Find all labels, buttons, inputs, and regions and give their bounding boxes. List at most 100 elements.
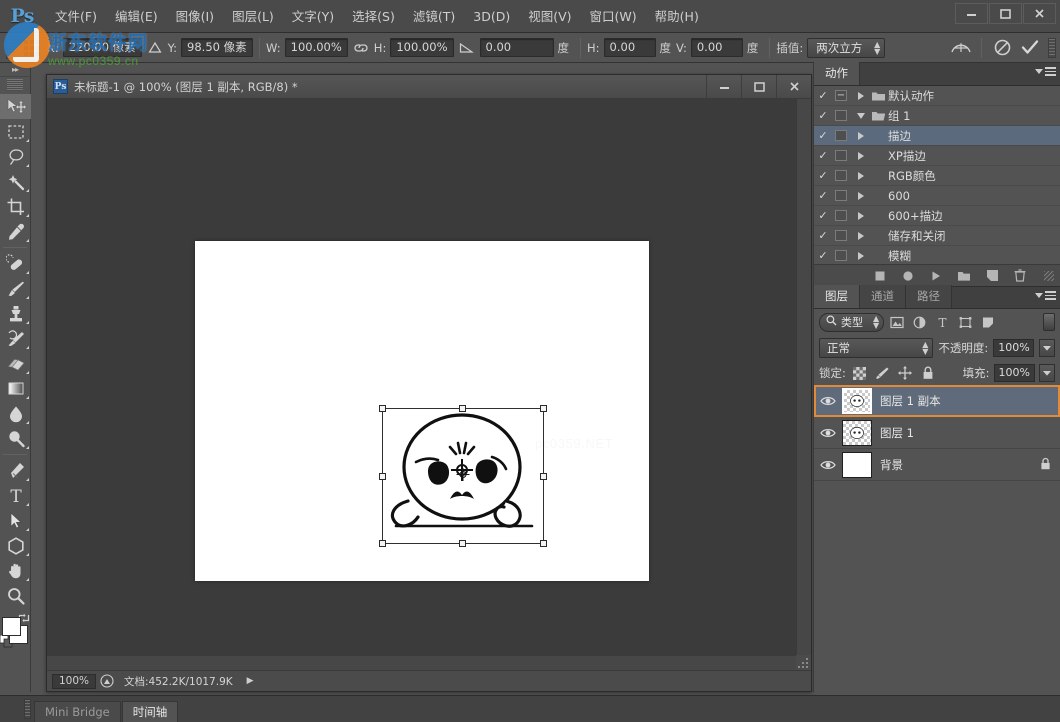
record-icon[interactable] — [900, 268, 916, 284]
menu-image[interactable]: 图像(I) — [167, 0, 223, 33]
menu-file[interactable]: 文件(F) — [46, 0, 106, 33]
canvas-horizontal-scrollbar[interactable] — [47, 655, 796, 670]
action-dialog-toggle[interactable] — [835, 230, 847, 241]
action-expand-arrow[interactable] — [854, 151, 868, 160]
action-row-xp-stroke[interactable]: ✓ XP描边 — [814, 146, 1060, 166]
layer-visibility-icon[interactable] — [814, 459, 842, 471]
hand-tool[interactable] — [0, 558, 31, 583]
close-button[interactable] — [1023, 3, 1056, 24]
tab-layers[interactable]: 图层 — [814, 285, 860, 308]
interpolation-select[interactable]: 两次立方 ▲ ▼ — [807, 37, 886, 58]
blend-mode-select[interactable]: 正常 ▲ ▼ — [819, 338, 934, 358]
action-expand-arrow[interactable] — [854, 231, 868, 240]
layers-panel-menu-icon[interactable] — [1035, 291, 1056, 300]
chain-link-icon[interactable] — [351, 37, 371, 59]
magic-wand-tool[interactable] — [0, 169, 31, 194]
action-row-default-actions[interactable]: ✓ − 默认动作 — [814, 86, 1060, 106]
action-toggle-check[interactable]: ✓ — [814, 129, 832, 142]
layer-row-layer1[interactable]: 图层 1 — [814, 417, 1060, 449]
play-icon[interactable] — [928, 268, 944, 284]
action-expand-arrow[interactable] — [854, 131, 868, 140]
action-dialog-toggle[interactable] — [835, 190, 847, 201]
skew-h-input[interactable]: 0.00 — [603, 38, 656, 57]
maximize-button[interactable] — [989, 3, 1022, 24]
move-tool[interactable] — [0, 94, 31, 119]
action-toggle-check[interactable]: ✓ — [814, 249, 832, 262]
menu-help[interactable]: 帮助(H) — [646, 0, 708, 33]
layer-row-background[interactable]: 背景 — [814, 449, 1060, 481]
menu-type[interactable]: 文字(Y) — [283, 0, 343, 33]
eyedropper-tool[interactable] — [0, 219, 31, 244]
shape-tool[interactable] — [0, 533, 31, 558]
menu-view[interactable]: 视图(V) — [519, 0, 580, 33]
action-toggle-check[interactable]: ✓ — [814, 89, 832, 102]
action-row-save-and-close[interactable]: ✓ 储存和关闭 — [814, 226, 1060, 246]
layer-name[interactable]: 图层 1 — [880, 425, 914, 441]
dodge-tool[interactable] — [0, 426, 31, 451]
transform-handle-tl[interactable] — [379, 405, 386, 412]
warp-mode-icon[interactable] — [947, 36, 975, 60]
tab-channels[interactable]: 通道 — [860, 285, 906, 308]
tab-actions[interactable]: 动作 — [814, 62, 860, 85]
filter-image-icon[interactable] — [886, 312, 907, 332]
minimize-button[interactable] — [955, 3, 988, 24]
action-row-stroke[interactable]: ✓ 描边 — [814, 126, 1060, 146]
width-input[interactable]: 100.00% — [284, 38, 348, 57]
foreground-color-swatch[interactable] — [2, 617, 21, 636]
layer-thumbnail[interactable] — [842, 419, 872, 446]
layers-list[interactable]: 图层 1 副本 图层 1 背景 — [814, 385, 1060, 481]
y-input[interactable]: 98.50 像素 — [181, 38, 254, 57]
opacity-input[interactable]: 100% — [993, 339, 1035, 357]
document-close-button[interactable] — [776, 75, 811, 98]
action-dialog-toggle[interactable] — [835, 210, 847, 221]
canvas-resize-grip[interactable] — [796, 655, 811, 670]
menu-edit[interactable]: 编辑(E) — [106, 0, 167, 33]
status-arrow-icon[interactable]: ▶ — [247, 676, 254, 686]
brush-tool[interactable] — [0, 276, 31, 301]
filter-shape-icon[interactable] — [955, 312, 976, 332]
action-expand-arrow[interactable] — [854, 251, 868, 260]
actions-list[interactable]: ✓ − 默认动作 ✓ 组 1 ✓ 描边 ✓ XP描边 ✓ RGB颜色 ✓ 600… — [814, 86, 1060, 264]
action-expand-arrow[interactable] — [854, 191, 868, 200]
action-toggle-check[interactable]: ✓ — [814, 189, 832, 202]
action-row-600-stroke[interactable]: ✓ 600+描边 — [814, 206, 1060, 226]
transform-handle-tr[interactable] — [540, 405, 547, 412]
layer-visibility-icon[interactable] — [814, 395, 842, 407]
eraser-tool[interactable] — [0, 351, 31, 376]
transform-bounding-box[interactable] — [379, 405, 547, 547]
action-dialog-toggle[interactable] — [835, 170, 847, 181]
tools-panel-grip[interactable] — [7, 79, 23, 91]
action-dialog-toggle[interactable] — [835, 130, 847, 141]
layer-name[interactable]: 背景 — [880, 457, 903, 473]
fill-slider-toggle[interactable] — [1039, 364, 1055, 382]
bottom-dock-grip[interactable] — [24, 699, 31, 719]
menu-3d[interactable]: 3D(D) — [464, 0, 519, 33]
lock-all-icon[interactable] — [919, 364, 938, 382]
action-row-rgb-color[interactable]: ✓ RGB颜色 — [814, 166, 1060, 186]
stop-icon[interactable] — [872, 268, 888, 284]
crop-tool[interactable] — [0, 194, 31, 219]
panel-resize-grip[interactable] — [1044, 270, 1054, 281]
menu-filter[interactable]: 滤镜(T) — [404, 0, 464, 33]
canvas-vertical-scrollbar[interactable] — [796, 99, 811, 669]
action-toggle-check[interactable]: ✓ — [814, 109, 832, 122]
double-chevron-right-icon[interactable]: ▸▸ — [0, 63, 30, 77]
action-toggle-check[interactable]: ✓ — [814, 229, 832, 242]
transform-handle-bl[interactable] — [379, 540, 386, 547]
reference-point-icon[interactable] — [19, 36, 45, 60]
layer-visibility-icon[interactable] — [814, 427, 842, 439]
tab-paths[interactable]: 路径 — [906, 285, 952, 308]
cancel-transform-icon[interactable] — [988, 36, 1016, 60]
transform-handle-mr[interactable] — [540, 473, 547, 480]
action-toggle-check[interactable]: ✓ — [814, 209, 832, 222]
canvas-area[interactable]: pc0359.NET — [47, 99, 811, 669]
menu-window[interactable]: 窗口(W) — [581, 0, 646, 33]
layer-row-copy[interactable]: 图层 1 副本 — [814, 385, 1060, 417]
gradient-tool[interactable] — [0, 376, 31, 401]
action-expand-arrow[interactable] — [854, 91, 868, 100]
doc-preview-icon[interactable] — [96, 673, 118, 690]
action-dialog-toggle[interactable] — [835, 150, 847, 161]
lock-position-icon[interactable] — [896, 364, 915, 382]
new-set-icon[interactable] — [956, 268, 972, 284]
horizontal-type-tool[interactable]: T — [0, 483, 31, 508]
